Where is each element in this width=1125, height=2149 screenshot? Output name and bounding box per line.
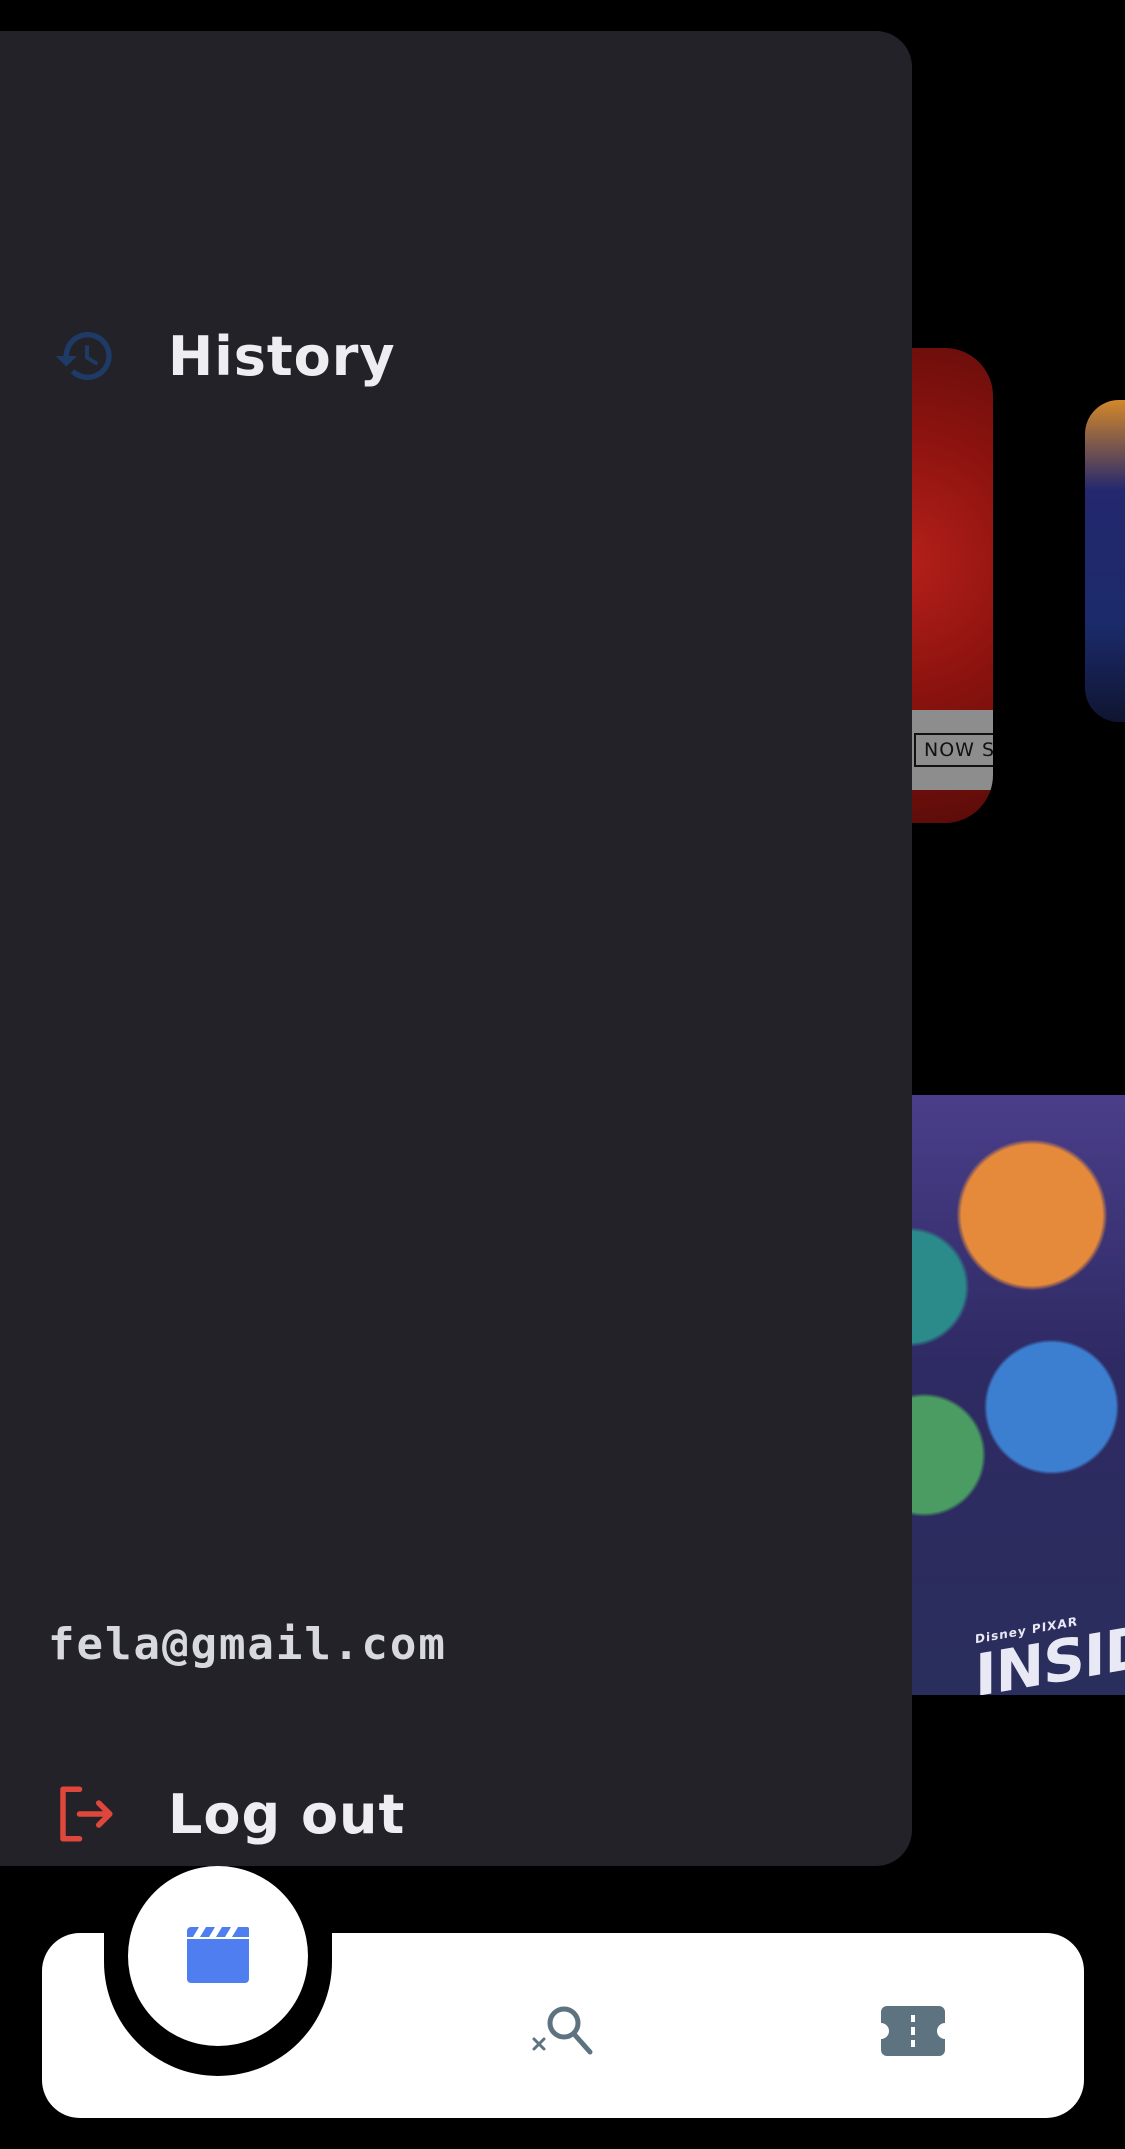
drawer-item-history[interactable]: History: [52, 321, 396, 391]
nav-movies-button[interactable]: [128, 1866, 308, 2046]
logout-icon: [52, 1781, 118, 1847]
nav-search-button[interactable]: [525, 1995, 601, 2071]
history-icon: [52, 323, 118, 389]
poster-title: Disney PIXAR INSIDE OUT: [975, 1568, 1125, 1695]
search-icon: [530, 2001, 596, 2065]
clapperboard-icon: [185, 1925, 251, 1987]
poster-banner-text: NOW S: [914, 733, 993, 767]
movie-poster-inside-out[interactable]: Disney PIXAR INSIDE OUT: [880, 1095, 1125, 1695]
navigation-drawer: History fela@gmail.com Log out: [0, 31, 912, 1866]
logout-label: Log out: [168, 1782, 406, 1846]
history-label: History: [168, 324, 396, 388]
user-email: fela@gmail.com: [48, 1619, 447, 1670]
nav-tickets-button[interactable]: [875, 1998, 951, 2068]
logout-button[interactable]: Log out: [52, 1779, 405, 1849]
movie-poster[interactable]: [1085, 400, 1125, 722]
ticket-icon: [881, 2006, 945, 2060]
